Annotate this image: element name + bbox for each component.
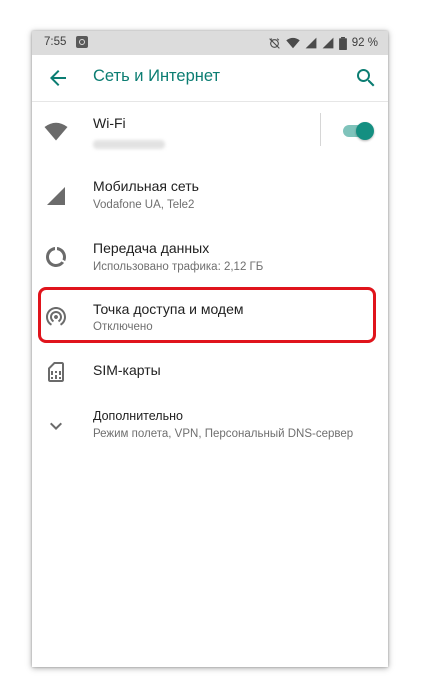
wifi-status-icon	[286, 37, 300, 49]
chevron-down-icon	[50, 422, 62, 430]
status-bar: 7:55 92 %	[32, 31, 388, 55]
sim-cards-item[interactable]: SIM-карты	[32, 351, 388, 395]
phone-screen: 7:55 92 % Сеть и Интернет Wi-Fi Мобильна…	[32, 31, 388, 667]
alarm-off-icon	[269, 37, 280, 49]
mobile-network-item[interactable]: Мобильная сеть Vodafone UA, Tele2	[32, 166, 388, 226]
signal-2-icon	[322, 37, 334, 49]
item-title: Wi-Fi	[93, 115, 126, 131]
cellular-signal-icon	[47, 187, 65, 205]
status-icons: 92 %	[268, 35, 378, 51]
item-title: Дополнительно	[93, 409, 183, 423]
highlight-frame	[38, 287, 376, 343]
data-usage-item[interactable]: Передача данных Использовано трафика: 2,…	[32, 228, 388, 288]
toggle-thumb	[356, 122, 374, 140]
wifi-network-name-blurred	[93, 140, 165, 149]
item-subtitle: Vodafone UA, Tele2	[93, 199, 195, 211]
advanced-item[interactable]: Дополнительно Режим полета, VPN, Персона…	[32, 403, 388, 453]
wifi-item[interactable]: Wi-Fi	[32, 102, 388, 162]
item-title: SIM-карты	[93, 362, 161, 378]
sim-card-icon	[48, 362, 64, 382]
battery-percent: 92 %	[351, 37, 378, 49]
notification-icon	[76, 36, 88, 48]
item-subtitle: Режим полета, VPN, Персональный DNS-серв…	[93, 428, 354, 440]
data-usage-icon	[46, 247, 66, 267]
wifi-icon	[44, 122, 68, 141]
arrow-left-icon[interactable]	[46, 66, 70, 90]
item-title: Передача данных	[93, 240, 210, 256]
item-title: Мобильная сеть	[93, 178, 199, 194]
signal-1-icon	[305, 37, 317, 49]
search-icon[interactable]	[354, 66, 378, 90]
wifi-divider	[320, 113, 321, 146]
status-time: 7:55	[44, 36, 67, 48]
page-title: Сеть и Интернет	[93, 67, 221, 85]
battery-icon	[338, 36, 347, 50]
item-subtitle: Использовано трафика: 2,12 ГБ	[93, 261, 264, 273]
wifi-toggle[interactable]	[343, 122, 374, 140]
app-bar: Сеть и Интернет	[32, 55, 388, 102]
